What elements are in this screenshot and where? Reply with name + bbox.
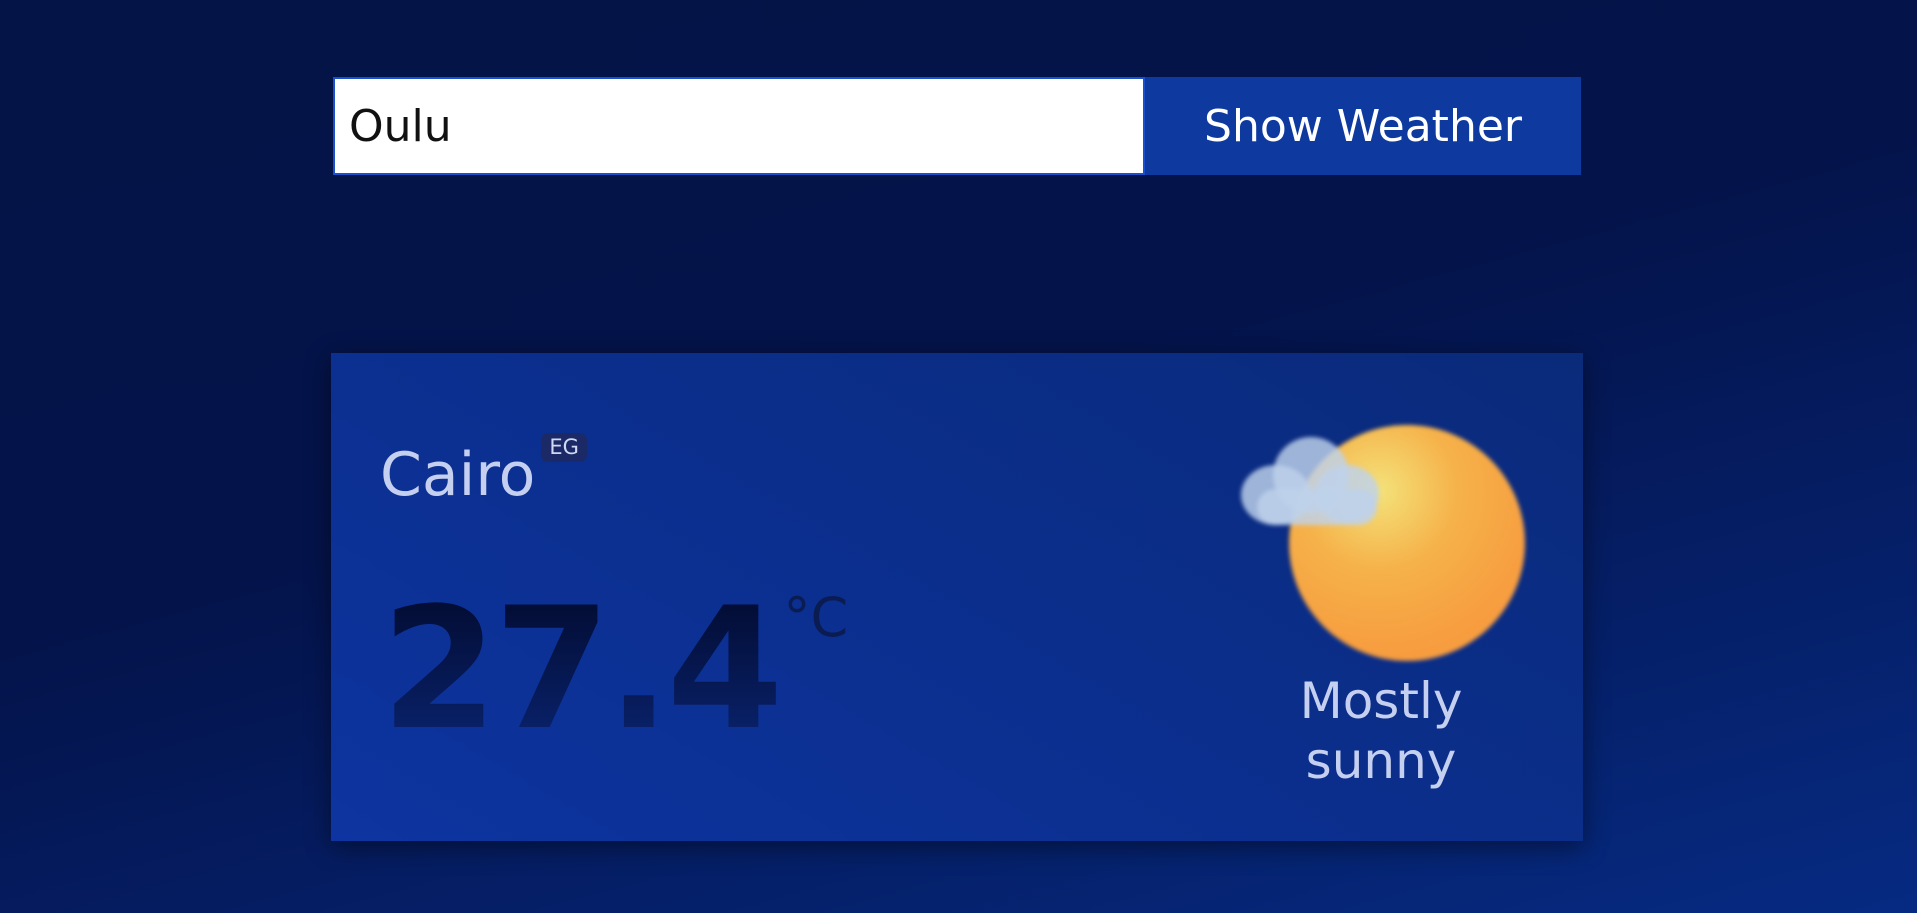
country-badge: EG xyxy=(541,433,587,463)
temperature: 27.4 °C xyxy=(381,585,848,753)
city-name: Cairo xyxy=(380,440,536,510)
temperature-value: 27.4 xyxy=(381,571,784,767)
weather-condition: Mostly sunny xyxy=(1299,672,1463,790)
city-search-form: Show Weather xyxy=(333,77,1581,175)
location: Cairo EG xyxy=(380,433,587,505)
show-weather-button[interactable]: Show Weather xyxy=(1145,77,1581,175)
weather-card: Cairo EG 27.4 °C Mostly sunny xyxy=(331,353,1583,841)
city-search-input[interactable] xyxy=(333,77,1145,175)
temperature-unit: °C xyxy=(783,586,849,649)
sun-behind-cloud-icon xyxy=(1237,415,1525,661)
cloud-shape xyxy=(1237,421,1387,531)
